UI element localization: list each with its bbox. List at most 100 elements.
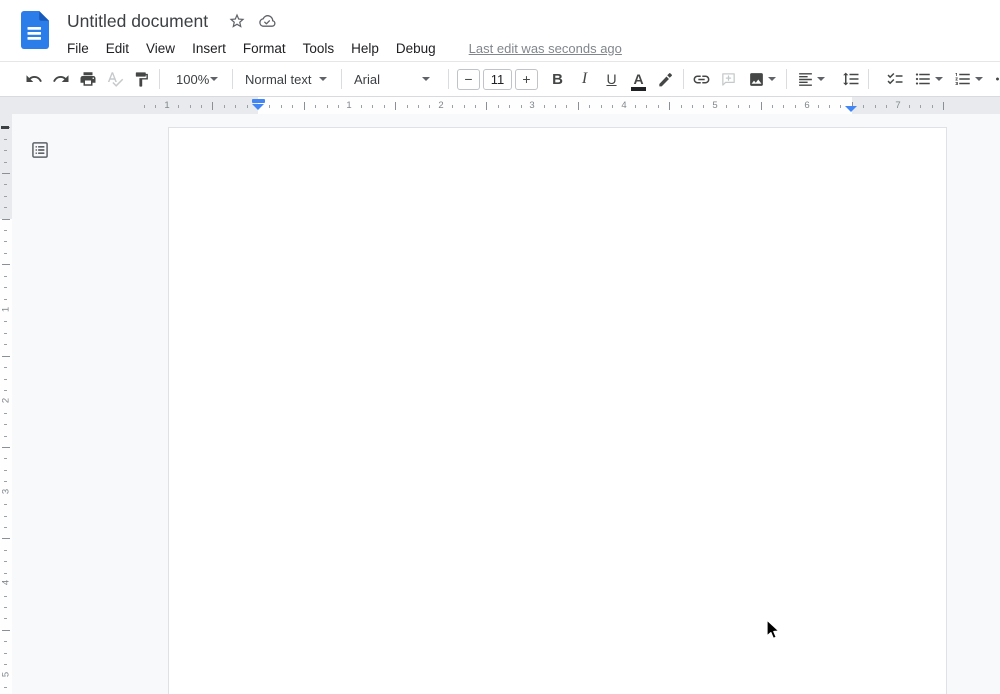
ruler-tick [418, 105, 419, 108]
decrease-font-size-button[interactable]: − [457, 69, 480, 90]
font-size-input[interactable]: 11 [483, 69, 512, 90]
chevron-down-icon [817, 77, 825, 81]
print-button[interactable] [74, 66, 101, 93]
cloud-saved-icon [257, 11, 277, 31]
toolbar-separator [341, 69, 342, 89]
ruler-tick [4, 379, 7, 380]
right-indent-marker[interactable] [845, 106, 857, 112]
chevron-down-icon [210, 77, 218, 81]
italic-button[interactable]: I [571, 66, 598, 93]
ruler-tick [4, 367, 7, 368]
google-docs-app: Untitled document File Edit View In [0, 0, 1000, 694]
ruler-tick [4, 139, 7, 140]
image-icon [748, 71, 765, 88]
bulleted-list-button[interactable] [908, 66, 948, 93]
ruler-tick [486, 102, 487, 110]
styles-select[interactable]: Normal text [237, 66, 337, 93]
ruler-number: 4 [621, 100, 626, 111]
highlight-color-button[interactable] [652, 66, 679, 93]
ruler-tick [658, 105, 659, 108]
font-size-group: − 11 + [457, 69, 538, 90]
ruler-tick [726, 105, 727, 108]
undo-button[interactable] [20, 66, 47, 93]
ruler-tick [566, 105, 567, 108]
insert-image-button[interactable] [742, 66, 782, 93]
increase-font-size-button[interactable]: + [515, 69, 538, 90]
more-button[interactable] [988, 66, 1000, 93]
spellcheck-button[interactable] [101, 66, 128, 93]
underline-button[interactable]: U [598, 66, 625, 93]
document-page[interactable] [168, 127, 947, 694]
menu-insert[interactable]: Insert [192, 41, 226, 56]
document-title[interactable]: Untitled document [67, 11, 208, 32]
ruler-tick [4, 664, 7, 665]
ruler-tick [372, 105, 373, 108]
ruler-tick [829, 105, 830, 108]
menu-debug[interactable]: Debug [396, 41, 436, 56]
align-left-icon [797, 71, 814, 88]
redo-button[interactable] [47, 66, 74, 93]
text-color-button[interactable]: A [625, 66, 652, 93]
ruler-tick [201, 105, 202, 108]
ruler-number: 2 [438, 100, 443, 111]
ruler-tick [4, 413, 7, 414]
bold-button[interactable]: B [544, 66, 571, 93]
ruler-tick [4, 607, 7, 608]
menu-edit[interactable]: Edit [106, 41, 129, 56]
ruler-tick [932, 105, 933, 108]
toolbar-separator [448, 69, 449, 89]
vertical-ruler[interactable]: 12345 [0, 114, 12, 694]
ruler-tick [4, 424, 7, 425]
ruler-tick [749, 105, 750, 108]
ruler-tick [703, 105, 704, 108]
menu-file[interactable]: File [67, 41, 89, 56]
paint-format-button[interactable] [128, 66, 155, 93]
ruler-tick [2, 447, 10, 448]
menu-help[interactable]: Help [351, 41, 379, 56]
toolbar-separator [232, 69, 233, 89]
ruler-tick [920, 105, 921, 108]
ruler-tick [407, 105, 408, 108]
text-color-swatch [631, 87, 645, 91]
ruler-tick [2, 219, 10, 220]
insert-link-button[interactable] [688, 66, 715, 93]
last-edit-link[interactable]: Last edit was seconds ago [469, 41, 622, 56]
ruler-tick [4, 253, 7, 254]
menu-tools[interactable]: Tools [303, 41, 335, 56]
chevron-down-icon [975, 77, 983, 81]
ruler-tick [4, 641, 7, 642]
ruler-tick [235, 105, 236, 108]
font-select[interactable]: Arial [346, 66, 440, 93]
ruler-tick [4, 618, 7, 619]
align-button[interactable] [791, 66, 831, 93]
ruler-tick [4, 504, 7, 505]
add-comment-button[interactable] [715, 66, 742, 93]
docs-logo-icon[interactable] [21, 11, 49, 49]
ruler-tick [4, 470, 7, 471]
numbered-list-button[interactable] [948, 66, 988, 93]
horizontal-ruler[interactable]: 11234567 [0, 96, 1000, 114]
top-margin-marker[interactable] [1, 126, 9, 129]
zoom-value: 100% [176, 72, 209, 87]
numbered-list-icon [954, 70, 972, 88]
ruler-tick [2, 264, 10, 265]
ruler-top-margin-area [0, 114, 12, 219]
first-line-indent-marker[interactable] [252, 99, 265, 103]
zoom-select[interactable]: 100% [164, 66, 228, 93]
ruler-tick [464, 105, 465, 108]
ruler-tick [178, 105, 179, 108]
document-canvas: 12345 [0, 114, 1000, 694]
star-icon[interactable] [227, 11, 247, 31]
ruler-number: 6 [804, 100, 809, 111]
ruler-tick [4, 162, 7, 163]
menu-format[interactable]: Format [243, 41, 286, 56]
document-outline-button[interactable] [28, 138, 52, 162]
ruler-tick [772, 105, 773, 108]
ruler-tick [144, 105, 145, 108]
toolbar-separator [159, 69, 160, 89]
line-spacing-button[interactable] [837, 66, 864, 93]
checklist-button[interactable] [881, 66, 908, 93]
left-indent-marker[interactable] [252, 99, 265, 110]
menu-view[interactable]: View [146, 41, 175, 56]
ruler-tick [863, 105, 864, 108]
